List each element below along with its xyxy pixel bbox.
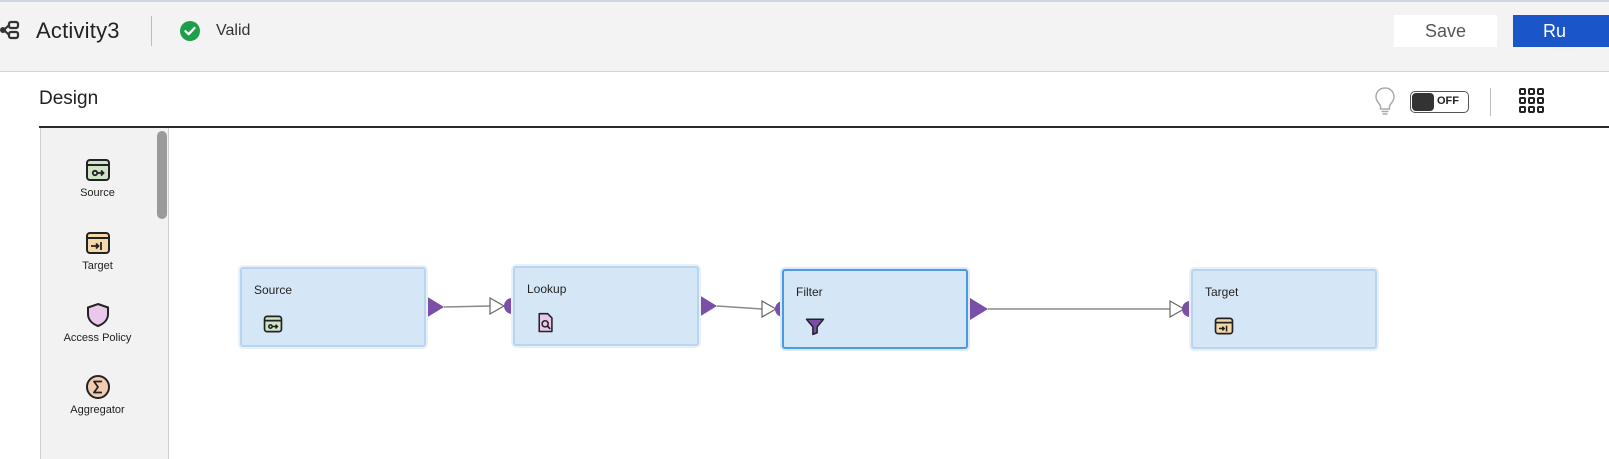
link-lookup-filter bbox=[699, 295, 791, 319]
palette-item-target[interactable]: Target bbox=[40, 230, 155, 272]
node-title: Filter bbox=[796, 285, 823, 299]
node-filter[interactable]: Filter bbox=[782, 269, 968, 349]
palette-label: Target bbox=[82, 260, 113, 272]
recommendations-toggle[interactable]: OFF bbox=[1410, 91, 1469, 113]
palette-item-access-policy[interactable]: Access Policy bbox=[40, 302, 155, 344]
divider bbox=[1490, 88, 1491, 116]
link-filter-target bbox=[970, 298, 1198, 320]
divider bbox=[151, 16, 152, 46]
lightbulb-icon[interactable] bbox=[1374, 86, 1396, 116]
palette-item-aggregator[interactable]: Aggregator bbox=[40, 374, 155, 416]
node-title: Source bbox=[254, 283, 293, 297]
lookup-icon bbox=[538, 312, 553, 333]
shield-icon bbox=[86, 302, 109, 328]
source-icon bbox=[85, 159, 110, 181]
toggle-knob bbox=[1412, 93, 1434, 111]
grid-icon[interactable] bbox=[1518, 86, 1546, 116]
mapping-icon bbox=[0, 20, 20, 40]
toggle-label: OFF bbox=[1437, 95, 1459, 107]
asset-title: Activity3 bbox=[36, 18, 120, 43]
palette-scrollbar[interactable] bbox=[157, 131, 167, 219]
check-circle-icon bbox=[180, 21, 200, 41]
target-icon bbox=[85, 232, 110, 254]
link-source-lookup bbox=[426, 296, 520, 318]
design-header-divider bbox=[39, 126, 1609, 128]
design-panel-title: Design bbox=[39, 88, 99, 109]
node-lookup[interactable]: Lookup bbox=[513, 266, 699, 346]
source-icon bbox=[263, 315, 283, 333]
node-target[interactable]: Target bbox=[1191, 269, 1377, 349]
palette-label: Aggregator bbox=[70, 404, 125, 416]
node-title: Lookup bbox=[527, 282, 567, 296]
validation-status: Valid bbox=[216, 22, 251, 39]
run-button[interactable]: Ru bbox=[1513, 15, 1609, 47]
node-title: Target bbox=[1205, 285, 1239, 299]
filter-icon bbox=[805, 318, 825, 336]
sigma-icon bbox=[85, 375, 110, 399]
node-source[interactable]: Source bbox=[240, 267, 426, 347]
palette-item-source[interactable]: Source bbox=[40, 157, 155, 199]
palette-label: Source bbox=[80, 187, 115, 199]
save-button[interactable]: Save bbox=[1394, 15, 1497, 47]
top-bar: Activity3 Valid Save Ru bbox=[0, 0, 1609, 72]
palette-label: Access Policy bbox=[63, 332, 132, 344]
target-icon bbox=[1214, 317, 1234, 335]
